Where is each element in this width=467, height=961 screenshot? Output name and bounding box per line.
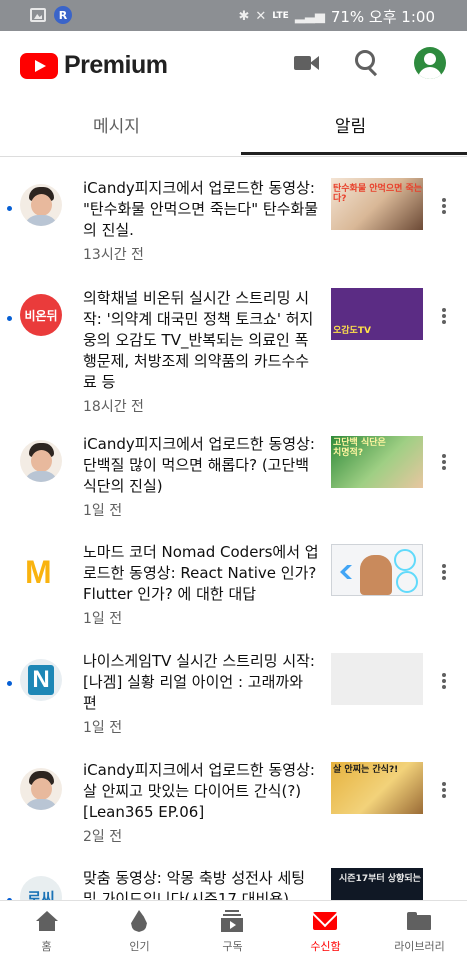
mute-icon: ✕ [255,9,267,24]
video-thumbnail[interactable] [331,544,423,596]
signal-icon: ▂▃▅ [294,9,325,24]
nav-label: 구독 [222,940,243,953]
notification-time: 18시간 전 [83,399,144,415]
notification-text: iCandy피지크에서 업로드한 동영상: 단백질 많이 먹으면 해롭다? (고… [83,435,315,495]
channel-avatar[interactable] [20,768,62,810]
nomad-logo-icon: M [25,554,52,590]
more-options-icon[interactable] [437,306,451,326]
inbox-tabs: 메시지 알림 [0,95,467,157]
more-options-icon[interactable] [437,780,451,800]
notification-text: 나이스게임TV 실시간 스트리밍 시작: [나겜] 실황 리얼 아이언 : 고래… [83,652,315,712]
thumbnail-caption: 시즌17부터 상향되는 [339,874,421,884]
notification-list: iCandy피지크에서 업로드한 동영상: "탄수화물 안먹으면 죽는다" 탄수… [0,156,467,900]
notification-text: iCandy피지크에서 업로드한 동영상: "탄수화물 안먹으면 죽는다" 탄수… [83,179,319,239]
lte-label: LTE [272,11,289,21]
inbox-icon [313,912,337,930]
nav-label: 홈 [41,940,52,953]
channel-avatar[interactable] [20,440,62,482]
bluetooth-icon: ✱ [238,9,250,24]
status-bar: R ✱ ✕ LTE ▂▃▅ 71% 오후 1:00 [0,0,467,31]
notification-time: 2일 전 [83,829,123,845]
presenter-figure [360,555,392,595]
react-logo-icon [394,549,416,571]
notification-time: 1일 전 [83,503,123,519]
notification-text: 의학채널 비온뒤 실시간 스트리밍 시작: '의약계 대국민 정책 토크쇼' 허… [83,289,314,391]
library-icon [407,912,431,930]
subscriptions-icon [221,910,243,932]
logo-text: Premium [64,51,168,79]
tab-notifications[interactable]: 알림 [234,95,467,153]
unread-dot [7,206,12,211]
video-thumbnail[interactable]: 오감도TV [331,288,423,340]
thumbnail-caption: 살 안찌는 간식?! [333,765,399,775]
app-header: Premium [0,31,467,95]
notification-time: 13시간 전 [83,247,144,263]
notification-time: 1일 전 [83,720,123,736]
thumbnail-caption: 오감도TV [333,326,371,336]
nav-label: 라이브러리 [394,940,445,953]
fire-icon [131,910,147,932]
youtube-premium-logo[interactable]: Premium [20,51,168,80]
youtube-play-icon [20,52,58,79]
tab-messages[interactable]: 메시지 [0,95,233,153]
channel-avatar[interactable]: N [20,659,62,701]
nav-home[interactable]: 홈 [0,901,93,961]
channel-avatar[interactable] [20,184,62,226]
nav-subscriptions[interactable]: 구독 [186,901,279,961]
channel-avatar[interactable]: 로씨 [20,876,62,900]
channel-avatar[interactable]: 비온뒤 [20,294,62,336]
video-thumbnail[interactable]: 고단백 식단은 치명적? [331,436,423,488]
video-thumbnail[interactable] [331,653,423,705]
more-options-icon[interactable] [437,196,451,216]
unread-dot [7,316,12,321]
thumbnail-caption: 탄수화물 안먹으면 죽는다? [333,184,423,204]
notification-text: iCandy피지크에서 업로드한 동영상: 살 안찌고 맛있는 다이어트 간식(… [83,761,315,821]
flutter-logo-icon [340,565,352,579]
search-icon[interactable] [355,50,381,77]
channel-avatar[interactable]: M [20,550,62,592]
thumbnail-caption: 고단백 식단은 치명적? [333,438,386,458]
nav-inbox[interactable]: 수신함 [279,901,372,961]
more-options-icon[interactable] [437,671,451,691]
app-badge-icon: R [54,6,72,24]
notification-time: 1일 전 [83,611,123,627]
tab-indicator [241,152,467,155]
nav-trending[interactable]: 인기 [93,901,186,961]
more-options-icon[interactable] [437,452,451,472]
react-logo-icon [396,571,418,593]
unread-dot [7,681,12,686]
bottom-navigation: 홈 인기 구독 수신함 라이브러리 [0,900,467,961]
nav-library[interactable]: 라이브러리 [372,901,467,961]
account-avatar[interactable] [414,47,446,79]
more-options-icon[interactable] [437,562,451,582]
video-thumbnail[interactable]: 살 안찌는 간식?! [331,762,423,814]
nav-label: 인기 [129,940,150,953]
notification-text: 맞춤 동영상: 악몽 축방 성전사 세팅 및 가이드입니다(시즌17 대비용) [83,869,306,900]
video-thumbnail[interactable]: 시즌17부터 상향되는 [331,868,423,900]
video-thumbnail[interactable]: 탄수화물 안먹으면 죽는다? [331,178,423,230]
image-icon [30,8,46,22]
notification-text: 노마드 코더 Nomad Coders에서 업로드한 동영상: React Na… [83,543,319,603]
camera-icon[interactable] [294,51,319,75]
status-text: 71% 오후 1:00 [330,8,435,26]
home-icon [36,911,58,931]
nav-label: 수신함 [310,940,341,953]
